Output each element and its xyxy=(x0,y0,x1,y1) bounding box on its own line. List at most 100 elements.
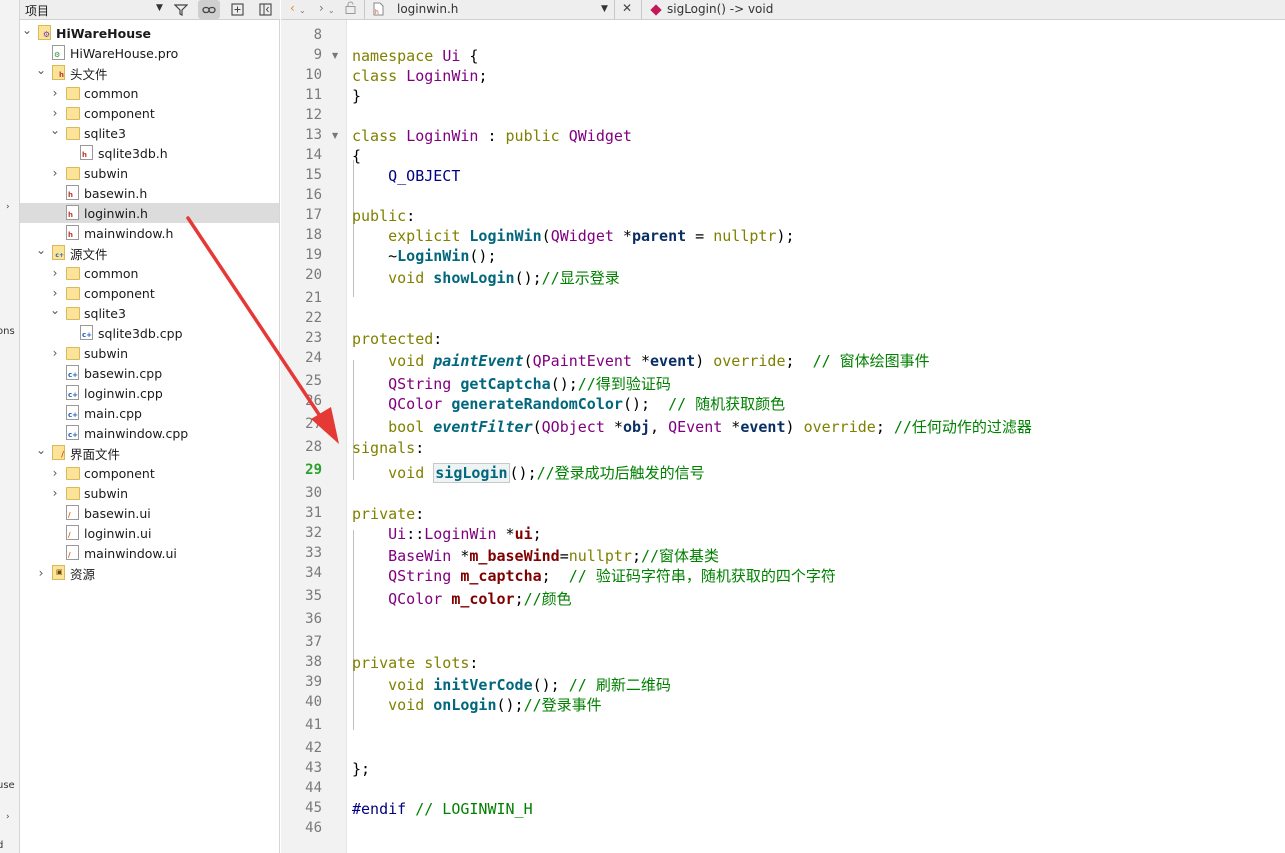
close-icon[interactable]: ✕ xyxy=(622,1,632,15)
chevron-right-icon[interactable]: › xyxy=(50,166,60,180)
chevron-down-icon[interactable]: ⌄ xyxy=(22,23,32,37)
line-number: 21 xyxy=(305,290,322,306)
chevron-right-icon[interactable]: › xyxy=(36,566,46,580)
tree-item[interactable]: › subwin xyxy=(20,483,279,503)
tree-item[interactable]: › common xyxy=(20,83,279,103)
tree-item[interactable]: h sqlite3db.h xyxy=(20,143,279,163)
link-sync-icon[interactable] xyxy=(198,0,220,19)
tree-item[interactable]: › subwin xyxy=(20,343,279,363)
tree-item[interactable]: › component xyxy=(20,283,279,303)
fold-marker-icon[interactable]: ▼ xyxy=(332,131,338,140)
chevron-down-icon[interactable]: ⌄ xyxy=(36,243,46,257)
chevron-down-icon[interactable]: ⌄ xyxy=(328,6,335,15)
line-number: 16 xyxy=(305,187,322,203)
chevron-down-icon[interactable]: ▼ xyxy=(156,3,163,13)
code-token: //任何动作的过滤器 xyxy=(893,418,1032,436)
tree-item[interactable]: h mainwindow.h xyxy=(20,223,279,243)
chevron-right-icon[interactable]: › xyxy=(50,266,60,280)
chevron-right-icon[interactable]: › xyxy=(50,106,60,120)
chevron-down-icon[interactable]: ⌄ xyxy=(36,63,46,77)
chevron-right-icon[interactable]: › xyxy=(50,286,60,300)
code-token: (); xyxy=(496,696,524,714)
tree-item[interactable]: ⌄ c+ 源文件 xyxy=(20,243,279,263)
expand-arrow-icon[interactable]: › xyxy=(6,202,10,212)
code-line: void initVerCode(); // 刷新二维码 xyxy=(352,674,671,695)
back-icon[interactable]: ‹ xyxy=(290,1,295,15)
tree-item[interactable]: c+ sqlite3db.cpp xyxy=(20,323,279,343)
code-token: // LOGINWIN_H xyxy=(415,800,533,818)
code-token: : xyxy=(415,505,425,523)
tree-item[interactable]: ⌄ h 头文件 xyxy=(20,63,279,83)
line-number: 11 xyxy=(305,87,322,103)
tree-item-label: mainwindow.h xyxy=(84,225,174,241)
chevron-right-icon[interactable]: › xyxy=(50,86,60,100)
tree-item-label: sqlite3db.cpp xyxy=(98,325,183,341)
chevron-down-icon[interactable]: ⌄ xyxy=(50,303,60,317)
chevron-down-icon[interactable]: ⌄ xyxy=(299,6,306,15)
tree-item[interactable]: / loginwin.ui xyxy=(20,523,279,543)
tree-item-label: loginwin.cpp xyxy=(84,385,163,401)
code-token: initVerCode xyxy=(433,676,533,694)
tree-item-label: loginwin.h xyxy=(84,205,148,221)
forward-icon[interactable]: › xyxy=(319,1,324,15)
tree-item-label: 头文件 xyxy=(70,66,108,82)
code-token: QEvent xyxy=(668,418,723,436)
strip-text-fragment: d xyxy=(0,840,3,851)
tree-item[interactable]: › common xyxy=(20,263,279,283)
line-number: 13 xyxy=(305,127,322,143)
close-sidebar-icon[interactable] xyxy=(254,0,276,19)
tree-item[interactable]: ⌄ ⚙ HiWareHouse xyxy=(20,23,279,43)
line-number: 9 xyxy=(313,47,322,63)
h-file-icon: h xyxy=(80,145,93,160)
chevron-down-icon[interactable]: ⌄ xyxy=(36,443,46,457)
tree-item[interactable]: ⌄ / 界面文件 xyxy=(20,443,279,463)
line-number: 33 xyxy=(305,545,322,561)
code-line: class LoginWin; xyxy=(352,67,487,85)
chevron-right-icon[interactable]: › xyxy=(50,486,60,500)
filter-icon[interactable] xyxy=(170,0,192,19)
cpp-file-icon: c+ xyxy=(66,385,79,400)
expand-arrow-icon[interactable]: › xyxy=(6,812,10,822)
fold-marker-icon[interactable]: ▼ xyxy=(332,51,338,60)
tree-item[interactable]: c+ basewin.cpp xyxy=(20,363,279,383)
tree-item[interactable]: › subwin xyxy=(20,163,279,183)
code-token: LoginWin xyxy=(406,67,479,85)
project-view-selector[interactable]: 项目 xyxy=(25,2,49,19)
tree-item[interactable]: c+ loginwin.cpp xyxy=(20,383,279,403)
tree-item[interactable]: / mainwindow.ui xyxy=(20,543,279,563)
code-token: event xyxy=(740,418,786,436)
line-number: 12 xyxy=(305,107,322,123)
tree-item[interactable]: ⌄ sqlite3 xyxy=(20,123,279,143)
tree-item[interactable]: c+ main.cpp xyxy=(20,403,279,423)
code-token: event xyxy=(650,352,696,370)
open-file-name[interactable]: loginwin.h xyxy=(397,2,458,16)
current-symbol[interactable]: sigLogin() -> void xyxy=(667,2,773,16)
chevron-down-icon[interactable]: ⌄ xyxy=(50,123,60,137)
chevron-right-icon[interactable]: › xyxy=(50,346,60,360)
line-number: 25 xyxy=(305,373,322,389)
line-number: 37 xyxy=(305,634,322,650)
tree-item-label: HiWareHouse xyxy=(56,25,152,41)
tree-item[interactable]: ⌄ sqlite3 xyxy=(20,303,279,323)
tree-item[interactable]: h loginwin.h xyxy=(20,203,279,223)
split-add-icon[interactable] xyxy=(226,0,248,19)
code-token: ui xyxy=(514,525,533,543)
tree-item[interactable]: / basewin.ui xyxy=(20,503,279,523)
tree-item[interactable]: › ▣ 资源 xyxy=(20,563,279,583)
code-line: Ui::LoginWin *ui; xyxy=(352,525,542,543)
tree-item[interactable]: › component xyxy=(20,463,279,483)
tree-item[interactable]: h basewin.h xyxy=(20,183,279,203)
tree-item[interactable]: c+ mainwindow.cpp xyxy=(20,423,279,443)
tree-item[interactable]: › component xyxy=(20,103,279,123)
chevron-right-icon[interactable]: › xyxy=(50,466,60,480)
code-editor[interactable]: namespace Ui {class LoginWin;} class Logi… xyxy=(347,20,1285,853)
chevron-down-icon[interactable]: ▼ xyxy=(601,4,608,14)
lock-icon[interactable] xyxy=(345,1,356,17)
tree-item[interactable]: ⚙ HiWareHouse.pro xyxy=(20,43,279,63)
tree-item-label: mainwindow.cpp xyxy=(84,425,189,441)
code-token: ; xyxy=(514,590,524,608)
svg-text:h: h xyxy=(375,9,379,16)
